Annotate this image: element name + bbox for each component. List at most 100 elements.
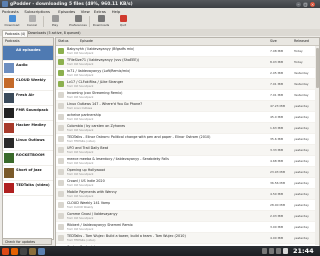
- episode-size: 45.0 MiB: [270, 114, 284, 119]
- clock[interactable]: 21:44: [293, 247, 314, 255]
- episode-row[interactable]: CLOUD Weekly 141 Vamp from CLOUD Weekly 28…: [56, 200, 319, 211]
- episode-podcast-name: from Old Soundpack: [67, 128, 94, 132]
- quit-button[interactable]: Quit: [113, 15, 133, 28]
- episode-podcast-name: from CLOUD Weekly: [67, 205, 94, 209]
- episode-podcast-name: from Old Soundpack: [67, 117, 94, 121]
- episode-released: yesterday: [294, 169, 309, 174]
- podcast-item[interactable]: Fresh Air: [3, 91, 53, 106]
- episode-status-icon: [58, 202, 64, 208]
- episode-size: 4.00 MiB: [270, 235, 284, 240]
- episode-released: yesterday: [294, 235, 309, 240]
- episode-row[interactable]: Crowd / US Indie 2020 from Old Soundpack 3…: [56, 178, 319, 189]
- episode-row[interactable]: TFileSize71 / lialdevayanyy (vvv (ShoEEE…: [56, 57, 319, 68]
- episode-size: 3.00 MiB: [270, 224, 284, 229]
- toolbar-label: Cancel: [26, 23, 38, 27]
- status-column-header[interactable]: Status: [58, 38, 69, 45]
- episode-title: Mobile Payments with Wenny: [67, 190, 117, 194]
- tab-podcasts[interactable]: Podcasts (4): [2, 29, 29, 37]
- podcast-item[interactable]: Linux Outlaws: [3, 136, 53, 151]
- podcast-item[interactable]: CLOUD Weekly: [3, 76, 53, 91]
- episode-row[interactable]: Opening up Hollywood from Old Soundpack 23…: [56, 167, 319, 178]
- toolbar-label: Play: [51, 23, 59, 27]
- episode-column-header[interactable]: Episode: [80, 38, 93, 45]
- gpodder-icon: [2, 1, 8, 7]
- podcast-item[interactable]: TEDTalks (video): [3, 181, 53, 196]
- podcast-cover-image: [4, 168, 14, 178]
- check-updates-button[interactable]: Check for updates: [2, 238, 52, 245]
- podcast-cover-image: [4, 123, 14, 133]
- episode-released: Yesterday: [294, 92, 309, 97]
- episode-title: In71 / lialdevayanyy (Loft/Remix/mix): [67, 69, 131, 73]
- tab-downloads[interactable]: Downloads (5 active, 8 queued): [26, 30, 83, 36]
- episode-row[interactable]: Comme Gnosi / lialdevayanyy from Old Soun…: [56, 211, 319, 222]
- toolbar: Download Cancel Play Preferences Downloads Qu…: [0, 14, 320, 30]
- podcast-item[interactable]: Short of Jazz: [3, 166, 53, 181]
- episode-podcast-name: from Old Soundpack: [67, 73, 94, 77]
- episode-row[interactable]: Ribbert / lialdevayanyy Shemmi Remix from…: [56, 222, 319, 233]
- episode-row[interactable]: meece meeba & leserdocy / lialdevayanyy …: [56, 156, 319, 167]
- episode-podcast-name: from Old Soundpack: [67, 51, 94, 55]
- episode-row[interactable]: Mobile Payments with Wenny from Old Sound…: [56, 189, 319, 200]
- episode-row[interactable]: TEDTalks - Tom Wujec: Build a tower, bui…: [56, 233, 319, 244]
- minimize-icon[interactable]: –: [296, 1, 301, 7]
- episode-row[interactable]: Lv17 / CLFokiRiss / jLike Stranger from O…: [56, 79, 319, 90]
- podcast-item[interactable]: All episodes: [3, 46, 53, 61]
- keyboard-icon[interactable]: [283, 248, 288, 254]
- taskbar: 21:44: [0, 246, 320, 256]
- firefox-icon[interactable]: [11, 247, 18, 255]
- episode-title: TEDTalks - Tom Wujec: Build a tower, bui…: [67, 234, 186, 238]
- toolbar-label: Download: [4, 23, 20, 27]
- podcast-title: All episodes: [16, 48, 41, 52]
- files-icon[interactable]: [29, 247, 36, 255]
- network-icon[interactable]: [262, 248, 267, 254]
- gpodder-icon[interactable]: [38, 247, 45, 255]
- episode-row[interactable]: Babynyhh / lialdevayanyy (Bfgsdfs mix) fr…: [56, 46, 319, 57]
- episode-size: 4.68 MiB: [270, 158, 284, 163]
- episode-released: yesterday: [294, 224, 309, 229]
- downloaded-icon: [58, 48, 64, 54]
- episode-status-icon: [58, 158, 64, 164]
- episode-released: yesterday: [294, 147, 309, 152]
- download-button[interactable]: Download: [2, 15, 22, 28]
- episode-title: TFileSize71 / lialdevayanyy (vvv (ShoEEE…: [67, 58, 140, 62]
- scrollbar-thumb[interactable]: [315, 48, 319, 88]
- volume-icon[interactable]: [269, 248, 274, 254]
- episode-scrollbar[interactable]: [315, 46, 319, 245]
- episode-podcast-name: from Old Soundpack: [67, 227, 94, 231]
- size-column-header[interactable]: Size: [270, 38, 277, 45]
- episode-row[interactable]: In71 / lialdevayanyy (Loft/Remix/mix) fro…: [56, 68, 319, 79]
- podcast-item[interactable]: FMR Soundpack: [3, 106, 53, 121]
- battery-icon[interactable]: [276, 248, 281, 254]
- downloaded-icon: [58, 81, 64, 87]
- preferences-button[interactable]: Preferences: [68, 15, 88, 28]
- episode-row[interactable]: Linux Outlaws 147 - Where'd You Go Phone…: [56, 101, 319, 112]
- episode-row[interactable]: TEDTalks - Elinor Ostrom: Political chan…: [56, 134, 319, 145]
- title-bar[interactable]: gPodder - downloading 5 files (49%, 960.…: [0, 0, 320, 8]
- maximize-icon[interactable]: □: [303, 1, 308, 7]
- released-column-header[interactable]: Released: [294, 38, 309, 45]
- terminal-icon[interactable]: [20, 247, 27, 255]
- cancel-button[interactable]: Cancel: [22, 15, 42, 28]
- episode-row[interactable]: Colombia / by carsten on Zyhanes from Old…: [56, 123, 319, 134]
- podcast-item[interactable]: Audio: [3, 61, 53, 76]
- podcast-cover-image: [4, 108, 14, 118]
- ubuntu-icon[interactable]: [2, 247, 9, 255]
- close-icon[interactable]: ×: [310, 1, 315, 7]
- episode-title: Opening up Hollywood: [67, 168, 106, 172]
- quit-icon: [119, 15, 127, 22]
- episode-title: CLOUD Weekly 141 Vamp: [67, 201, 111, 205]
- podcast-item[interactable]: Hacker Medley: [3, 121, 53, 136]
- downloads-button[interactable]: Downloads: [91, 15, 111, 28]
- episode-size: 7.01 MiB: [270, 92, 284, 97]
- episode-row[interactable]: UFO and Trail Daily Beat from Old Soundpa…: [56, 145, 319, 156]
- episode-released: yesterday: [294, 103, 309, 108]
- episode-podcast-name: from Old Soundpack: [67, 161, 94, 165]
- episode-title: meece meeba & leserdocy / lialdevayanyy …: [67, 157, 169, 161]
- episode-row[interactable]: Incoming (cov Streaming Remix) from Old S…: [56, 90, 319, 101]
- play-button[interactable]: Play: [45, 15, 65, 28]
- episode-row[interactable]: acheive partnership from Old Soundpack 45.…: [56, 112, 319, 123]
- episode-title: UFO and Trail Daily Beat: [67, 146, 109, 150]
- episode-podcast-name: from TEDTalks (video): [67, 238, 96, 242]
- podcast-item[interactable]: ROCKETBOOM: [3, 151, 53, 166]
- episode-released: Today: [294, 48, 303, 53]
